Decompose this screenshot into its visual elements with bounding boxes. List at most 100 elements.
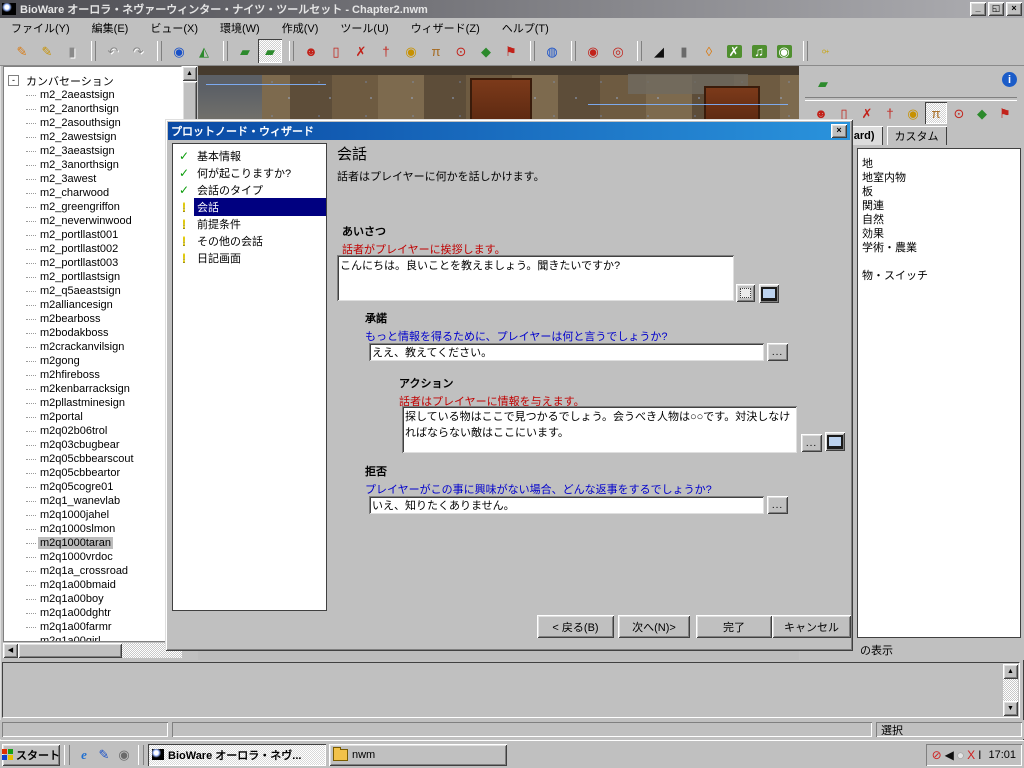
paint-waypoint-icon[interactable]: ⚑ (499, 39, 523, 63)
tree-root[interactable]: - カンバセーション (8, 73, 181, 88)
tree-item[interactable]: m2q1a00boy (4, 592, 181, 606)
tree-item[interactable]: m2q05cogre01 (4, 480, 181, 494)
palette-category[interactable]: 学術・農業 (858, 239, 1020, 253)
restore-button[interactable]: ◱ (988, 2, 1004, 16)
start-button[interactable]: スタート (2, 744, 60, 766)
tree-item[interactable]: m2q1a00farmr (4, 620, 181, 634)
redo-icon[interactable]: ↷ (126, 39, 150, 63)
menu-item[interactable]: ビュー(X) (139, 18, 209, 38)
paint-placeable-icon[interactable]: π (424, 39, 448, 63)
wizard-step[interactable]: ✓ 会話のタイプ (173, 181, 326, 198)
tree-item[interactable]: m2_3anorthsign (4, 158, 181, 172)
palette-category[interactable]: 物・スイッチ (858, 267, 1020, 281)
display-settings-icon[interactable]: X (967, 748, 975, 762)
cancel-button[interactable]: キャンセル (772, 615, 851, 638)
tree-item[interactable]: m2q1a00girl (4, 634, 181, 642)
taskbar-grip[interactable] (138, 745, 144, 765)
menu-item[interactable]: ツール(U) (329, 18, 399, 38)
tree-item[interactable]: m2q03cbugbear (4, 438, 181, 452)
action-textbox[interactable]: 探している物はここで見つかるでしょう。会うべき人物は○○です。対決しなければなら… (402, 406, 797, 453)
tree-item[interactable]: m2gong (4, 354, 181, 368)
palette-encounter-icon[interactable]: ✗ (856, 102, 878, 124)
tree-item[interactable]: m2crackanvilsign (4, 340, 181, 354)
dialog-title-bar[interactable]: プロットノード・ウィザード × (168, 122, 850, 140)
mute-icon[interactable]: ⊘ (932, 748, 942, 762)
palette-category[interactable]: 板 (858, 183, 1020, 197)
dialog-close-icon[interactable]: × (831, 124, 847, 138)
scroll-up-icon[interactable]: ▲ (182, 66, 197, 81)
menu-item[interactable]: ファイル(Y) (0, 18, 81, 38)
palette-item-icon[interactable]: † (879, 102, 901, 124)
task-button[interactable]: BioWare オーロラ・ネヴ... (148, 744, 326, 766)
select-text-button[interactable] (736, 284, 755, 302)
paintbrush-icon[interactable]: ◢ (647, 39, 671, 63)
cd-player-icon[interactable]: ◉ (114, 745, 134, 765)
wizard-step[interactable]: ✓ 基本情報 (173, 147, 326, 164)
next-button[interactable]: 次へ(N)> (618, 615, 690, 638)
tree-item[interactable]: m2_2awestsign (4, 130, 181, 144)
tree-item[interactable]: m2_q5aeastsign (4, 284, 181, 298)
module-check-icon[interactable]: ✗ (722, 39, 746, 63)
tree-item[interactable]: m2q1000jahel (4, 508, 181, 522)
tree-item[interactable]: m2_neverwinwood (4, 214, 181, 228)
back-button[interactable]: < 戻る(B) (537, 615, 614, 638)
tree-item[interactable]: m2hfireboss (4, 368, 181, 382)
action-preview-button[interactable] (825, 432, 845, 451)
palette-category[interactable]: 自然 (858, 211, 1020, 225)
paint-item-icon[interactable]: † (374, 39, 398, 63)
tree-item[interactable]: m2_greengriffon (4, 200, 181, 214)
palette-category[interactable]: 効果 (858, 225, 1020, 239)
dock-vscrollbar[interactable]: ▲ ▼ (1003, 664, 1018, 716)
channels-icon[interactable]: ✎ (94, 745, 114, 765)
paint-creature-icon[interactable]: ☻ (299, 39, 323, 63)
tree-item[interactable]: m2_3aeastsign (4, 144, 181, 158)
feature-paint-icon[interactable]: ▰ (258, 39, 282, 63)
scroll-left-icon[interactable]: ◀ (3, 643, 18, 658)
preview-button[interactable] (759, 284, 779, 303)
tree-item[interactable]: m2bearboss (4, 312, 181, 326)
undo-icon[interactable]: ↶ (101, 39, 125, 63)
tree-item[interactable]: m2_portllast001 (4, 228, 181, 242)
tree-item[interactable]: m2q1000slmon (4, 522, 181, 536)
accept-browse-button[interactable]: ... (767, 343, 788, 361)
tree-item[interactable]: m2q05cbbeartor (4, 466, 181, 480)
paint-sound-icon[interactable]: ⊙ (449, 39, 473, 63)
hide-eye-icon[interactable]: ◎ (606, 39, 630, 63)
wizard-step[interactable]: ! その他の会話 (173, 232, 326, 249)
reject-browse-button[interactable]: ... (767, 496, 788, 514)
tree-item[interactable]: m2q1a_crossroad (4, 564, 181, 578)
tree-item[interactable]: m2_portllast003 (4, 256, 181, 270)
scroll-track[interactable] (1003, 679, 1018, 701)
info-icon[interactable]: i (1002, 72, 1017, 87)
scroll-down-icon[interactable]: ▼ (1003, 701, 1018, 716)
menu-item[interactable]: 編集(E) (81, 18, 140, 38)
wizard-step[interactable]: ✓ 何が起こりますか? (173, 164, 326, 181)
tree-item[interactable]: m2q1_wanevlab (4, 494, 181, 508)
potion-icon[interactable]: ◊ (697, 39, 721, 63)
tree-item[interactable]: m2q1000taran (4, 536, 181, 550)
paint-door-icon[interactable]: ▯ (324, 39, 348, 63)
tree-item[interactable]: m2_3awest (4, 172, 181, 186)
paint-merchant-icon[interactable]: ◉ (399, 39, 423, 63)
tree-item[interactable]: m2q02b06trol (4, 424, 181, 438)
palette-tab[interactable]: カスタム (887, 126, 947, 145)
task-button[interactable]: nwm (329, 744, 507, 766)
palette-category[interactable]: 地室内物 (858, 169, 1020, 183)
tree-item[interactable]: m2_2aeastsign (4, 88, 181, 102)
palette-waypoint-icon[interactable]: ⚑ (994, 102, 1016, 124)
compass-icon[interactable]: ◍ (540, 39, 564, 63)
area-icon[interactable]: ▰ (811, 71, 835, 95)
save-module-icon[interactable]: ▮ (60, 39, 84, 63)
action-browse-button[interactable]: ... (801, 434, 822, 452)
finish-button[interactable]: 完了 (696, 615, 772, 638)
tree-item[interactable]: m2kenbarracksign (4, 382, 181, 396)
camera-mode-icon[interactable]: ◭ (192, 39, 216, 63)
paint-encounter-icon[interactable]: ✗ (349, 39, 373, 63)
mouse-icon[interactable]: ● (957, 748, 964, 762)
tree-item[interactable]: m2q1a00dghtr (4, 606, 181, 620)
scroll-thumb[interactable] (18, 643, 122, 658)
journal-icon[interactable]: ♫ (747, 39, 771, 63)
tree-item[interactable]: m2alliancesign (4, 298, 181, 312)
menu-item[interactable]: 環境(W) (209, 18, 271, 38)
taskbar-grip[interactable] (64, 745, 70, 765)
